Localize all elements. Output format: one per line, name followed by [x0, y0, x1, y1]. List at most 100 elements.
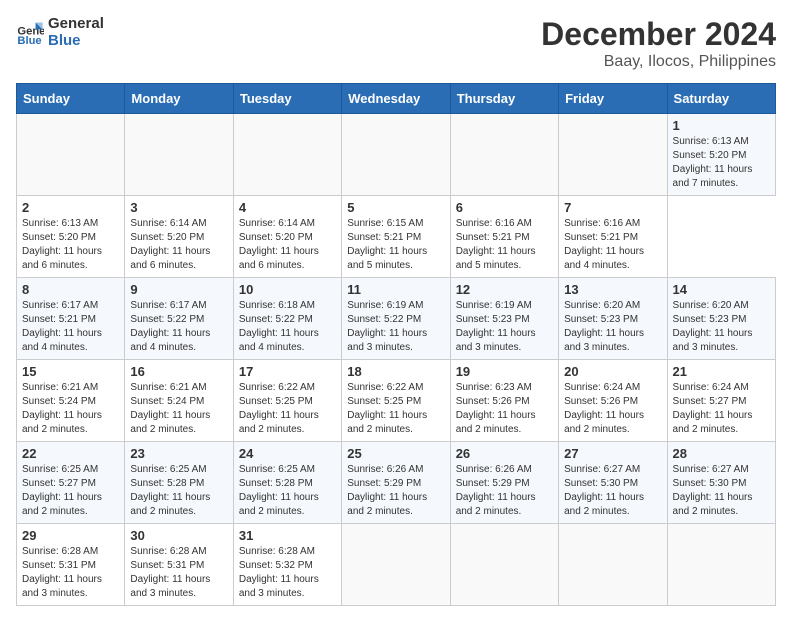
day-info: Sunrise: 6:19 AMSunset: 5:22 PMDaylight:… [347, 300, 427, 353]
empty-cell [450, 524, 558, 606]
day-info: Sunrise: 6:24 AMSunset: 5:27 PMDaylight:… [673, 382, 753, 435]
day-info: Sunrise: 6:21 AMSunset: 5:24 PMDaylight:… [130, 382, 210, 435]
day-info: Sunrise: 6:25 AMSunset: 5:28 PMDaylight:… [239, 464, 319, 517]
day-number: 14 [673, 282, 770, 297]
calendar-week-1: 1Sunrise: 6:13 AMSunset: 5:20 PMDaylight… [17, 114, 776, 196]
day-number: 8 [22, 282, 119, 297]
day-info: Sunrise: 6:27 AMSunset: 5:30 PMDaylight:… [673, 464, 753, 517]
day-number: 1 [673, 118, 770, 133]
calendar-body: 1 Sunrise: 6:13 AMSunset: 5:20 PMDaylight… [17, 114, 776, 606]
day-info: Sunrise: 6:28 AMSunset: 5:31 PMDaylight:… [22, 546, 102, 599]
day-number: 10 [239, 282, 336, 297]
calendar-week-4: 15 Sunrise: 6:21 AMSunset: 5:24 PMDayligh… [17, 360, 776, 442]
day-info: Sunrise: 6:14 AMSunset: 5:20 PMDaylight:… [239, 218, 319, 271]
day-number: 15 [22, 364, 119, 379]
day-info: Sunrise: 6:13 AMSunset: 5:20 PMDaylight:… [22, 218, 102, 271]
logo-general: General [48, 16, 104, 33]
day-info: Sunrise: 6:22 AMSunset: 5:25 PMDaylight:… [347, 382, 427, 435]
day-cell-20: 20Sunrise: 6:24 AMSunset: 5:26 PMDayligh… [559, 360, 667, 442]
calendar-week-5: 22Sunrise: 6:25 AMSunset: 5:27 PMDayligh… [17, 442, 776, 524]
empty-cell [450, 114, 558, 196]
day-info: Sunrise: 6:27 AMSunset: 5:30 PMDaylight:… [564, 464, 644, 517]
day-cell-9: 9 Sunrise: 6:17 AMSunset: 5:22 PMDaylight… [125, 278, 233, 360]
empty-cell [17, 114, 125, 196]
day-number: 21 [673, 364, 770, 379]
day-cell-31: 31 Sunrise: 6:28 AMSunset: 5:32 PMDayligh… [233, 524, 341, 606]
day-cell-15: 15Sunrise: 6:21 AMSunset: 5:24 PMDayligh… [17, 360, 125, 442]
svg-text:Blue: Blue [17, 35, 41, 47]
day-info: Sunrise: 6:20 AMSunset: 5:23 PMDaylight:… [564, 300, 644, 353]
day-cell-17: 17Sunrise: 6:22 AMSunset: 5:25 PMDayligh… [233, 360, 341, 442]
day-cell-30: 30Sunrise: 6:28 AMSunset: 5:31 PMDayligh… [125, 524, 233, 606]
day-info: Sunrise: 6:22 AMSunset: 5:25 PMDaylight:… [239, 382, 319, 435]
day-number: 29 [22, 528, 119, 543]
day-number: 18 [347, 364, 444, 379]
day-number: 31 [239, 528, 336, 543]
day-cell-14: 14 Sunrise: 6:20 AMSunset: 5:23 PMDayligh… [667, 278, 775, 360]
day-cell-8: 8Sunrise: 6:17 AMSunset: 5:21 PMDaylight… [17, 278, 125, 360]
day-cell-27: 27 Sunrise: 6:27 AMSunset: 5:30 PMDayligh… [559, 442, 667, 524]
logo-blue: Blue [48, 33, 104, 50]
month-title: December 2024 [541, 16, 776, 53]
day-info: Sunrise: 6:26 AMSunset: 5:29 PMDaylight:… [456, 464, 536, 517]
day-cell-2: 2 Sunrise: 6:13 AMSunset: 5:20 PMDaylight… [17, 196, 125, 278]
day-cell-11: 11Sunrise: 6:19 AMSunset: 5:22 PMDayligh… [342, 278, 450, 360]
day-info: Sunrise: 6:26 AMSunset: 5:29 PMDaylight:… [347, 464, 427, 517]
day-number: 28 [673, 446, 770, 461]
day-cell-23: 23Sunrise: 6:25 AMSunset: 5:28 PMDayligh… [125, 442, 233, 524]
calendar-week-2: 2 Sunrise: 6:13 AMSunset: 5:20 PMDaylight… [17, 196, 776, 278]
day-cell-28: 28 Sunrise: 6:27 AMSunset: 5:30 PMDayligh… [667, 442, 775, 524]
day-number: 3 [130, 200, 227, 215]
day-number: 19 [456, 364, 553, 379]
day-info: Sunrise: 6:20 AMSunset: 5:23 PMDaylight:… [673, 300, 753, 353]
empty-cell [559, 524, 667, 606]
day-cell-6: 6 Sunrise: 6:16 AMSunset: 5:21 PMDaylight… [450, 196, 558, 278]
day-cell-26: 26 Sunrise: 6:26 AMSunset: 5:29 PMDayligh… [450, 442, 558, 524]
day-info: Sunrise: 6:28 AMSunset: 5:32 PMDaylight:… [239, 546, 319, 599]
empty-cell [559, 114, 667, 196]
day-info: Sunrise: 6:23 AMSunset: 5:26 PMDaylight:… [456, 382, 536, 435]
logo: General Blue General Blue [16, 16, 104, 49]
col-header-tuesday: Tuesday [233, 84, 341, 114]
location: Baay, Ilocos, Philippines [541, 53, 776, 71]
day-info: Sunrise: 6:16 AMSunset: 5:21 PMDaylight:… [564, 218, 644, 271]
page-header: General Blue General Blue December 2024 … [16, 16, 776, 71]
day-number: 5 [347, 200, 444, 215]
day-number: 27 [564, 446, 661, 461]
day-number: 7 [564, 200, 661, 215]
col-header-wednesday: Wednesday [342, 84, 450, 114]
day-cell-3: 3 Sunrise: 6:14 AMSunset: 5:20 PMDaylight… [125, 196, 233, 278]
day-info: Sunrise: 6:25 AMSunset: 5:27 PMDaylight:… [22, 464, 102, 517]
day-number: 4 [239, 200, 336, 215]
day-number: 26 [456, 446, 553, 461]
calendar-table: SundayMondayTuesdayWednesdayThursdayFrid… [16, 83, 776, 606]
day-cell-19: 19 Sunrise: 6:23 AMSunset: 5:26 PMDayligh… [450, 360, 558, 442]
day-number: 6 [456, 200, 553, 215]
day-cell-10: 10 Sunrise: 6:18 AMSunset: 5:22 PMDayligh… [233, 278, 341, 360]
day-info: Sunrise: 6:24 AMSunset: 5:26 PMDaylight:… [564, 382, 644, 435]
day-cell-25: 25Sunrise: 6:26 AMSunset: 5:29 PMDayligh… [342, 442, 450, 524]
day-cell-13: 13 Sunrise: 6:20 AMSunset: 5:23 PMDayligh… [559, 278, 667, 360]
day-info: Sunrise: 6:17 AMSunset: 5:22 PMDaylight:… [130, 300, 210, 353]
title-block: December 2024 Baay, Ilocos, Philippines [541, 16, 776, 71]
col-header-sunday: Sunday [17, 84, 125, 114]
day-number: 16 [130, 364, 227, 379]
day-info: Sunrise: 6:14 AMSunset: 5:20 PMDaylight:… [130, 218, 210, 271]
day-number: 13 [564, 282, 661, 297]
day-cell-12: 12 Sunrise: 6:19 AMSunset: 5:23 PMDayligh… [450, 278, 558, 360]
day-number: 12 [456, 282, 553, 297]
day-info: Sunrise: 6:28 AMSunset: 5:31 PMDaylight:… [130, 546, 210, 599]
col-header-monday: Monday [125, 84, 233, 114]
day-info: Sunrise: 6:19 AMSunset: 5:23 PMDaylight:… [456, 300, 536, 353]
calendar-week-3: 8Sunrise: 6:17 AMSunset: 5:21 PMDaylight… [17, 278, 776, 360]
day-cell-16: 16 Sunrise: 6:21 AMSunset: 5:24 PMDayligh… [125, 360, 233, 442]
day-cell-18: 18 Sunrise: 6:22 AMSunset: 5:25 PMDayligh… [342, 360, 450, 442]
empty-cell [233, 114, 341, 196]
day-cell-21: 21 Sunrise: 6:24 AMSunset: 5:27 PMDayligh… [667, 360, 775, 442]
day-info: Sunrise: 6:15 AMSunset: 5:21 PMDaylight:… [347, 218, 427, 271]
day-info: Sunrise: 6:16 AMSunset: 5:21 PMDaylight:… [456, 218, 536, 271]
day-number: 2 [22, 200, 119, 215]
day-number: 9 [130, 282, 227, 297]
day-info: Sunrise: 6:18 AMSunset: 5:22 PMDaylight:… [239, 300, 319, 353]
day-cell-5: 5 Sunrise: 6:15 AMSunset: 5:21 PMDaylight… [342, 196, 450, 278]
